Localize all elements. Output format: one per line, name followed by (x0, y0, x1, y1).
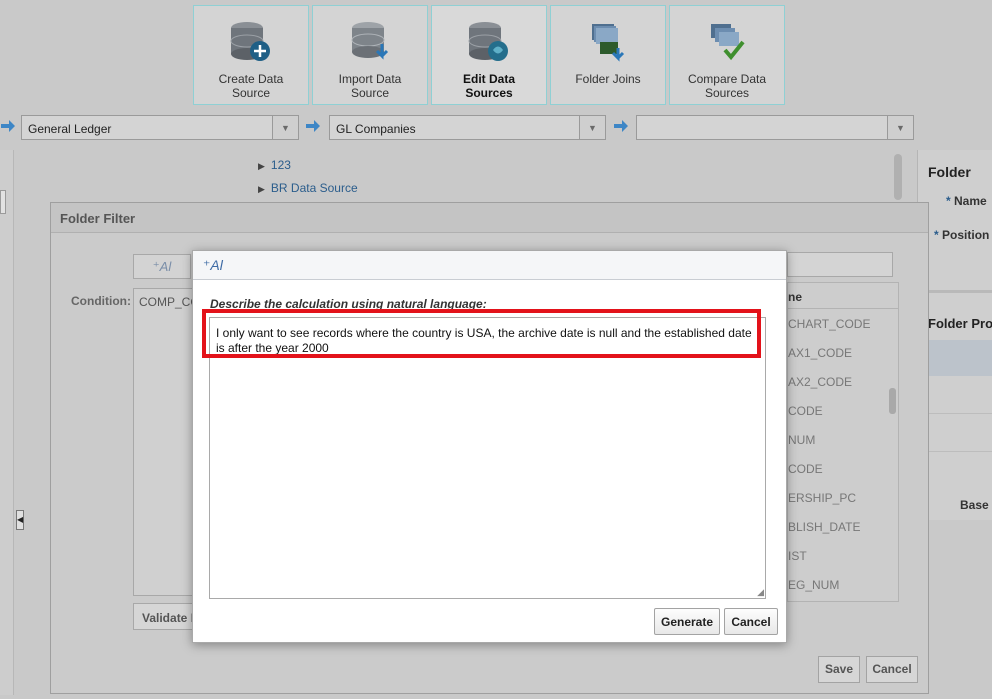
tree-item-label: 123 (270, 158, 291, 172)
list-item[interactable]: CODE (788, 462, 823, 476)
folder-select-value: GL Companies (336, 122, 416, 136)
ledger-select-value: General Ledger (28, 122, 112, 136)
ai-assist-button[interactable]: ⁺Al (133, 254, 191, 279)
import-data-source-label: Import Data Source (338, 72, 402, 100)
compare-data-sources-button[interactable]: Compare Data Sources (669, 5, 785, 105)
save-button[interactable]: Save (818, 656, 860, 683)
divider (918, 290, 992, 293)
position-field-label: * Position (934, 228, 990, 242)
highlight-annotation (202, 309, 761, 358)
database-import-icon (351, 22, 389, 60)
tree-item-label: BR Data Source (270, 181, 358, 195)
left-panel (0, 150, 14, 695)
folder-select[interactable]: GL Companies ▼ (329, 115, 606, 140)
base-label: Base (960, 498, 989, 512)
column-list-scrollbar[interactable] (889, 388, 896, 414)
chevron-down-icon[interactable]: ▼ (579, 116, 605, 139)
calculation-description-input[interactable]: I only want to see records where the cou… (209, 317, 766, 599)
expand-triangle-icon[interactable]: ▶ (258, 184, 265, 195)
list-item[interactable]: CODE (788, 404, 823, 418)
left-panel-handle[interactable] (0, 190, 6, 214)
chevron-down-icon[interactable]: ▼ (272, 116, 298, 139)
import-data-source-button[interactable]: Import Data Source (312, 5, 428, 105)
create-data-source-label: Create Data Source (218, 72, 284, 100)
list-item[interactable]: AX1_CODE (788, 346, 852, 360)
tree-item[interactable]: ▶ BR Data Source (258, 181, 358, 195)
folder-panel-title: Folder (928, 164, 971, 180)
list-item[interactable]: CHART_CODE (788, 317, 870, 331)
condition-input[interactable]: COMP_CC (133, 288, 193, 596)
folder-filter-title: Folder Filter (51, 203, 928, 233)
database-add-icon (230, 22, 270, 61)
item-select[interactable]: ▼ (636, 115, 914, 140)
tree-item[interactable]: ▶ 123 (258, 158, 291, 172)
expand-triangle-icon[interactable]: ▶ (258, 161, 265, 172)
list-item[interactable]: NUM (788, 433, 815, 447)
database-edit-icon (468, 22, 508, 61)
list-item[interactable]: AX2_CODE (788, 375, 852, 389)
folder-joins-button[interactable]: Folder Joins (550, 5, 666, 105)
property-row[interactable] (928, 414, 992, 452)
edit-data-sources-label: Edit Data Sources (462, 72, 515, 100)
resize-handle-icon[interactable]: ◢ (757, 588, 764, 597)
compare-icon (711, 24, 745, 61)
arrow-right-icon (614, 120, 628, 132)
ai-dialog-header: ⁺Al (193, 251, 786, 280)
collapse-panel-icon[interactable]: ◀ (16, 510, 24, 530)
folder-joins-label: Folder Joins (575, 72, 641, 86)
column-list: ne CHART_CODE AX1_CODE AX2_CODE CODE NUM… (787, 282, 899, 602)
chevron-down-icon[interactable]: ▼ (887, 116, 913, 139)
ai-sparkle-icon: ⁺Al (203, 257, 223, 273)
folder-properties-title: Folder Pro (928, 316, 992, 331)
list-item[interactable]: IST (788, 549, 807, 563)
column-list-header: ne (788, 283, 898, 309)
column-search-input[interactable] (787, 252, 893, 277)
cancel-button[interactable]: Cancel (866, 656, 918, 683)
name-field-label: * Name (946, 194, 987, 208)
list-item[interactable]: BLISH_DATE (788, 520, 860, 534)
compare-data-sources-label: Compare Data Sources (687, 72, 767, 100)
property-row[interactable] (928, 376, 992, 414)
arrow-right-icon (306, 120, 320, 132)
selected-property-row[interactable] (928, 340, 992, 376)
tree-scrollbar[interactable] (894, 154, 902, 200)
list-item[interactable]: EG_NUM (788, 578, 839, 592)
cancel-button[interactable]: Cancel (724, 608, 778, 635)
arrow-right-icon (1, 120, 15, 132)
validate-button[interactable]: Validate F (133, 603, 193, 630)
generate-button[interactable]: Generate (654, 608, 720, 635)
condition-label: Condition: (71, 294, 131, 308)
ledger-select[interactable]: General Ledger ▼ (21, 115, 299, 140)
list-item[interactable]: ERSHIP_PC (788, 491, 856, 505)
folder-joins-icon (592, 24, 625, 62)
create-data-source-button[interactable]: Create Data Source (193, 5, 309, 105)
edit-data-sources-button[interactable]: Edit Data Sources (431, 5, 547, 105)
